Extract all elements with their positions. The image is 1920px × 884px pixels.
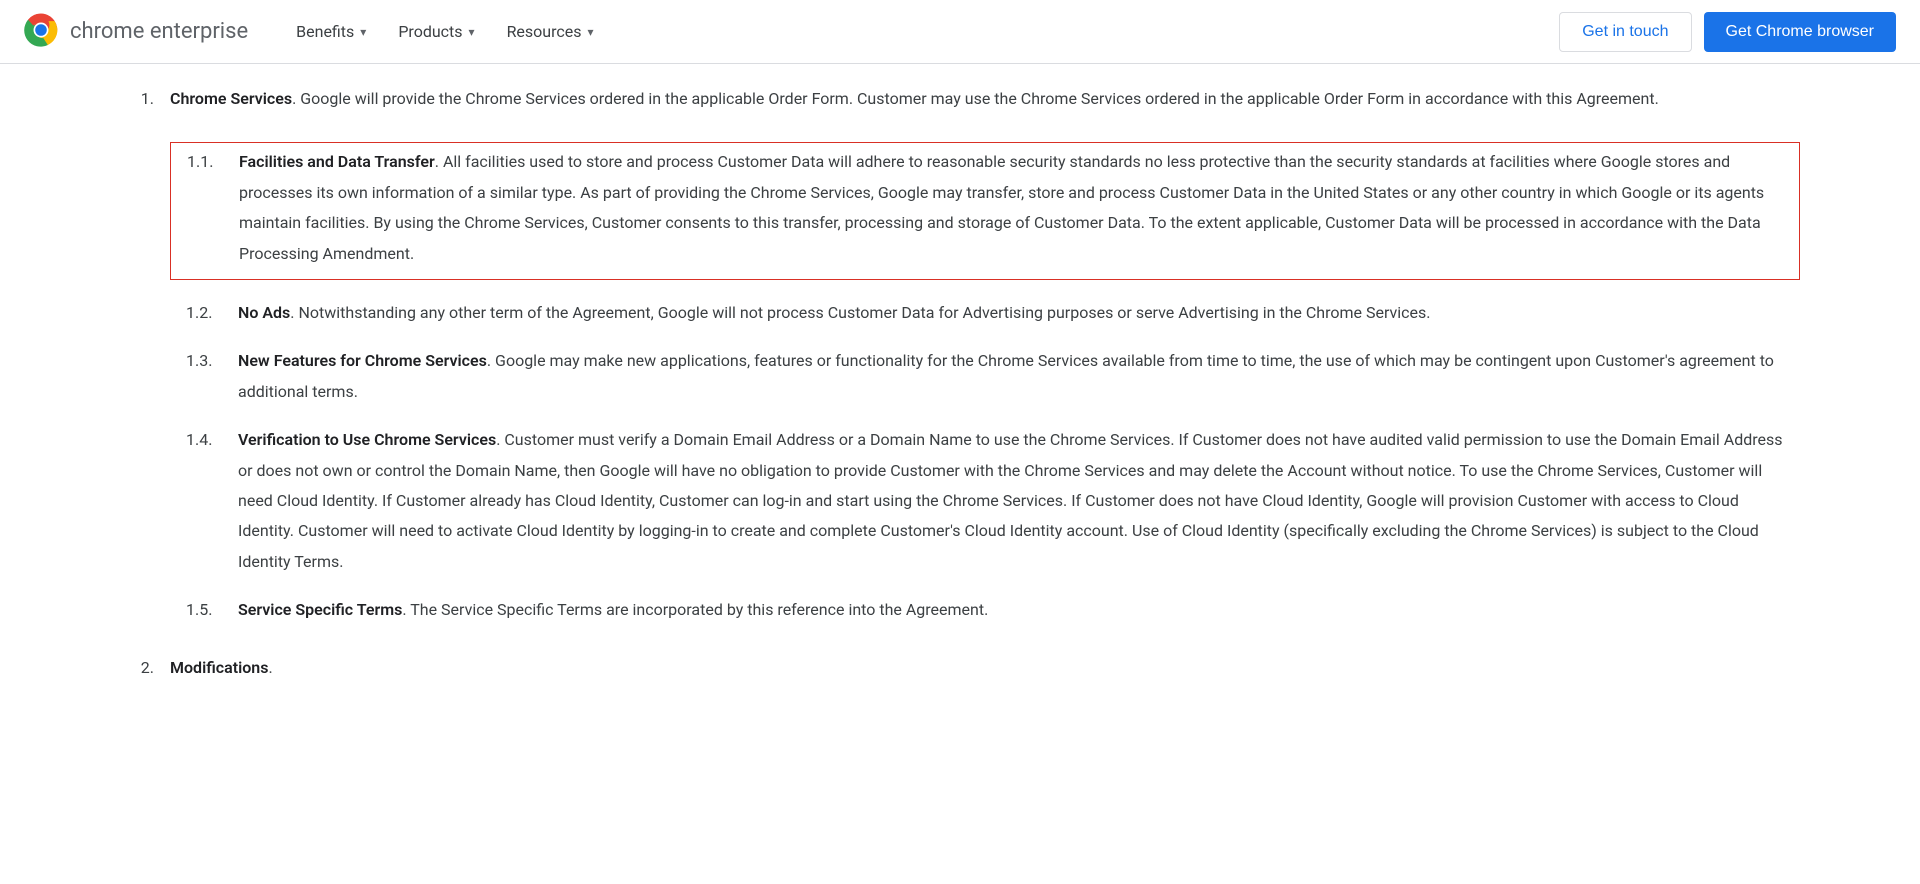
subsection-number: 1.5. xyxy=(170,595,238,625)
nav-label: Resources xyxy=(507,22,582,41)
section-number: 1. xyxy=(120,84,170,637)
subsection-1-2: 1.2. No Ads. Notwithstanding any other t… xyxy=(170,298,1800,328)
subsection-text: . Notwithstanding any other term of the … xyxy=(290,303,1430,322)
get-in-touch-button[interactable]: Get in touch xyxy=(1559,12,1691,52)
section-body: Modifications. xyxy=(170,653,1800,683)
subsection-title: Facilities and Data Transfer xyxy=(239,152,435,171)
section-number: 2. xyxy=(120,653,170,683)
chevron-down-icon: ▾ xyxy=(588,25,594,39)
subsection-body: Service Specific Terms. The Service Spec… xyxy=(238,595,1800,625)
subsection-number: 1.2. xyxy=(170,298,238,328)
chevron-down-icon: ▾ xyxy=(360,25,366,39)
subsection-1-5: 1.5. Service Specific Terms. The Service… xyxy=(170,595,1800,625)
subsection-title: Service Specific Terms xyxy=(238,600,402,619)
logo[interactable]: chrome enterprise xyxy=(24,13,248,51)
section-2: 2. Modifications. xyxy=(120,653,1800,683)
subsection-text: . All facilities used to store and proce… xyxy=(239,152,1764,262)
subsection-title: New Features for Chrome Services xyxy=(238,351,487,370)
subsection-body: No Ads. Notwithstanding any other term o… xyxy=(238,298,1800,328)
subsection-title: Verification to Use Chrome Services xyxy=(238,430,496,449)
section-text: . Google will provide the Chrome Service… xyxy=(292,89,1659,108)
document-content: 1. Chrome Services. Google will provide … xyxy=(0,64,1920,720)
nav-benefits[interactable]: Benefits ▾ xyxy=(296,22,366,41)
subsection-text: . The Service Specific Terms are incorpo… xyxy=(402,600,988,619)
logo-text: chrome enterprise xyxy=(70,19,248,44)
subsection-number: 1.1. xyxy=(179,147,239,269)
subsection-number: 1.4. xyxy=(170,425,238,577)
section-title: Modifications xyxy=(170,658,268,677)
section-text: . xyxy=(268,658,272,677)
nav-resources[interactable]: Resources ▾ xyxy=(507,22,594,41)
subsection-1-4: 1.4. Verification to Use Chrome Services… xyxy=(170,425,1800,577)
nav-products[interactable]: Products ▾ xyxy=(398,22,474,41)
header-right: Get in touch Get Chrome browser xyxy=(1559,12,1896,52)
subsection-title: No Ads xyxy=(238,303,290,322)
chrome-icon xyxy=(24,13,58,51)
nav: Benefits ▾ Products ▾ Resources ▾ xyxy=(296,22,593,41)
subsection-1-1: 1.1. Facilities and Data Transfer. All f… xyxy=(170,142,1800,280)
get-chrome-button[interactable]: Get Chrome browser xyxy=(1704,12,1897,52)
subsection-body: New Features for Chrome Services. Google… xyxy=(238,346,1800,407)
nav-label: Products xyxy=(398,22,462,41)
section-1: 1. Chrome Services. Google will provide … xyxy=(120,84,1800,637)
header-left: chrome enterprise Benefits ▾ Products ▾ … xyxy=(24,13,594,51)
subsection-body: Verification to Use Chrome Services. Cus… xyxy=(238,425,1800,577)
nav-label: Benefits xyxy=(296,22,354,41)
section-body: Chrome Services. Google will provide the… xyxy=(170,84,1800,637)
section-title: Chrome Services xyxy=(170,89,292,108)
subsection-1-3: 1.3. New Features for Chrome Services. G… xyxy=(170,346,1800,407)
subsection-text: . Customer must verify a Domain Email Ad… xyxy=(238,430,1783,571)
chevron-down-icon: ▾ xyxy=(469,25,475,39)
subsection-body: Facilities and Data Transfer. All facili… xyxy=(239,147,1791,269)
subsection-number: 1.3. xyxy=(170,346,238,407)
header: chrome enterprise Benefits ▾ Products ▾ … xyxy=(0,0,1920,64)
